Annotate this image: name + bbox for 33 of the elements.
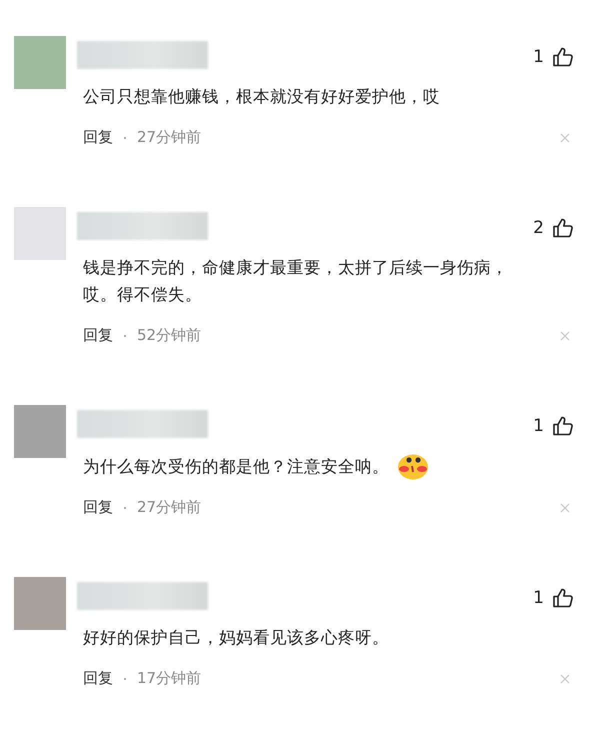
close-icon[interactable] bbox=[560, 132, 570, 142]
thumbs-up-icon[interactable] bbox=[552, 414, 574, 436]
comment-time: 27分钟前 bbox=[137, 498, 202, 517]
reply-link[interactable]: 回复 bbox=[83, 498, 113, 517]
comment-time: 17分钟前 bbox=[137, 669, 202, 688]
reply-link[interactable]: 回复 bbox=[83, 326, 113, 345]
reply-link[interactable]: 回复 bbox=[83, 669, 113, 688]
separator-dot bbox=[124, 334, 126, 336]
comment-time: 52分钟前 bbox=[137, 326, 202, 345]
avatar[interactable] bbox=[14, 207, 66, 260]
thumbs-up-icon[interactable] bbox=[552, 586, 574, 608]
thumbs-up-icon[interactable] bbox=[552, 46, 574, 68]
avatar[interactable] bbox=[14, 36, 66, 89]
comment-text: 公司只想靠他赚钱，根本就没有好好爱护他，哎 bbox=[83, 86, 440, 108]
like-count: 1 bbox=[533, 588, 544, 608]
close-icon[interactable] bbox=[560, 674, 570, 684]
comment-time: 27分钟前 bbox=[137, 128, 202, 147]
separator-dot bbox=[124, 678, 126, 680]
comment-text: 钱是挣不完的，命健康才最重要，太拼了后续一身伤病，哎。得不偿失。 bbox=[83, 257, 509, 306]
like-count: 2 bbox=[533, 218, 544, 238]
separator-dot bbox=[124, 506, 126, 508]
comment-text: 好好的保护自己，妈妈看见该多心疼呀。 bbox=[83, 627, 389, 649]
avatar[interactable] bbox=[14, 577, 66, 630]
close-icon[interactable] bbox=[560, 502, 570, 512]
reply-link[interactable]: 回复 bbox=[83, 128, 113, 147]
blushing-face-icon bbox=[397, 452, 429, 480]
like-count: 1 bbox=[533, 416, 544, 436]
thumbs-up-icon[interactable] bbox=[552, 216, 574, 238]
close-icon[interactable] bbox=[560, 330, 570, 340]
like-count: 1 bbox=[533, 46, 544, 66]
separator-dot bbox=[124, 136, 126, 138]
avatar[interactable] bbox=[14, 405, 66, 458]
comment-text: 为什么每次受伤的都是他？注意安全呐。 bbox=[83, 456, 389, 478]
